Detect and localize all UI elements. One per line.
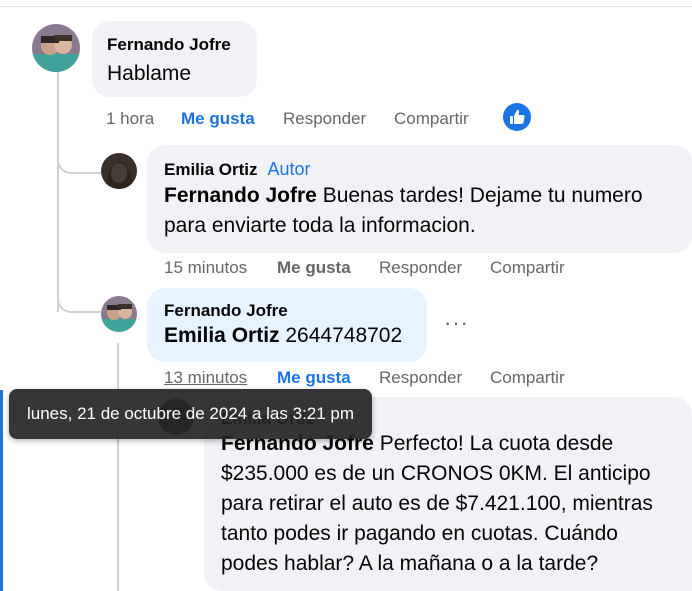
comment-author[interactable]: Fernando Jofre <box>164 301 411 321</box>
profile-photo <box>32 24 80 72</box>
comment-timestamp[interactable]: 15 minutos <box>164 258 247 278</box>
comment-timestamp[interactable]: 1 hora <box>106 109 154 129</box>
comment-timestamp[interactable]: 13 minutos <box>164 368 247 388</box>
thread-branch <box>57 293 101 313</box>
reply-button[interactable]: Responder <box>379 368 462 388</box>
comment-body: 2644748702 <box>279 324 403 347</box>
comment-text: Emilia Ortiz 2644748702 <box>164 321 411 351</box>
comment-bubble: Fernando Jofre Hablame <box>92 21 257 97</box>
focus-indicator <box>0 390 3 591</box>
like-button[interactable]: Me gusta <box>277 258 351 278</box>
comment-actions: 13 minutos Me gusta Responder Compartir <box>0 368 692 390</box>
comment-actions: 15 minutos Me gusta Responder Compartir <box>0 258 692 280</box>
author-badge: Autor <box>267 159 311 179</box>
comment-text: Fernando Jofre Buenas tardes! Dejame tu … <box>164 181 674 241</box>
avatar[interactable] <box>101 296 137 332</box>
profile-photo <box>101 153 137 189</box>
mention-link[interactable]: Emilia Ortiz <box>164 324 280 347</box>
timestamp-tooltip: lunes, 21 de octubre de 2024 a las 3:21 … <box>9 389 373 439</box>
like-button[interactable]: Me gusta <box>181 109 255 129</box>
comment-author[interactable]: Fernando Jofre <box>107 35 241 55</box>
profile-photo <box>101 296 137 332</box>
more-options-icon[interactable]: ··· <box>444 310 469 336</box>
reply-button[interactable]: Responder <box>379 258 462 278</box>
thumbs-up-icon[interactable] <box>503 103 531 131</box>
comment-bubble: Emilia Ortiz Autor Fernando Jofre Buenas … <box>147 145 692 253</box>
comment-text: Fernando Jofre Perfecto! La cuota desde … <box>221 429 678 579</box>
share-button[interactable]: Compartir <box>394 109 469 129</box>
like-button[interactable]: Me gusta <box>277 368 351 388</box>
share-button[interactable]: Compartir <box>490 258 565 278</box>
share-button[interactable]: Compartir <box>490 368 565 388</box>
comment-author[interactable]: Emilia Ortiz <box>164 160 258 179</box>
avatar[interactable] <box>32 24 80 72</box>
comment-bubble-highlighted: Fernando Jofre Emilia Ortiz 2644748702 <box>147 288 427 362</box>
avatar[interactable] <box>101 153 137 189</box>
thread-branch <box>57 154 101 174</box>
comment-author-row: Emilia Ortiz Autor <box>164 159 674 180</box>
previous-comment-edge <box>0 0 692 7</box>
comment-actions: 1 hora Me gusta Responder Compartir <box>0 109 692 131</box>
reply-button[interactable]: Responder <box>283 109 366 129</box>
mention-link[interactable]: Fernando Jofre <box>164 184 317 207</box>
comment-text: Hablame <box>107 62 192 85</box>
